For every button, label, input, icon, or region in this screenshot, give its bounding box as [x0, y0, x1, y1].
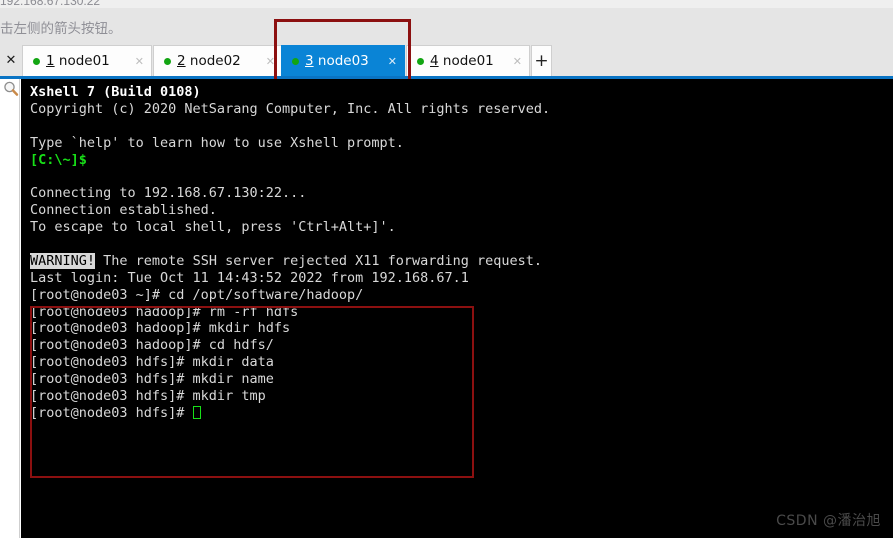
terminal-lines: Xshell 7 (Build 0108) Copyright (c) 2020 … [30, 84, 550, 422]
tab-label: 4 node01 [430, 53, 494, 69]
terminal-text: Xshell 7 (Build 0108) [30, 84, 201, 100]
terminal-text: [root@node03 hdfs]# mkdir data [30, 354, 274, 371]
tab-status-dot [33, 57, 40, 65]
terminal-text: [root@node03 hdfs]# mkdir name [30, 371, 274, 388]
terminal-line: [root@node03 hadoop]# cd hdfs/ [30, 337, 550, 354]
terminal-text: [root@node03 hdfs]# mkdir tmp [30, 388, 266, 405]
terminal-line: Connection established. [30, 202, 550, 219]
tab-name: node01 [442, 53, 494, 69]
clipped-top-text: 192.168.67.130:22 [0, 0, 400, 8]
close-icon[interactable]: ✕ [0, 44, 22, 76]
terminal-text: [root@node03 hadoop]# rm -rf hdfs [30, 303, 299, 320]
tab-status-dot [417, 57, 424, 65]
tab-mnemonic: 3 [305, 53, 314, 69]
tab-node02-2[interactable]: 2 node02 ✕ [153, 45, 283, 76]
tab-mnemonic: 4 [430, 53, 439, 69]
terminal-line: [root@node03 ~]# cd /opt/software/hadoop… [30, 287, 550, 304]
terminal-line: Last login: Tue Oct 11 14:43:52 2022 fro… [30, 270, 550, 287]
tab-node03-3[interactable]: 3 node03 ✕ [281, 45, 405, 76]
tab-node01-1[interactable]: 1 node01 ✕ [22, 45, 152, 76]
terminal-line: Type `help' to learn how to use Xshell p… [30, 135, 550, 152]
terminal-line: [root@node03 hdfs]# mkdir data [30, 354, 550, 371]
terminal-line: [root@node03 hdfs]# mkdir tmp [30, 388, 550, 405]
terminal-cursor [192, 405, 201, 419]
tab-label: 1 node01 [46, 53, 110, 69]
tab-node01-4[interactable]: 4 node01 ✕ [406, 45, 530, 76]
tab-label: 3 node03 [305, 53, 369, 69]
terminal-text: [root@node03 hadoop]# cd hdfs/ [30, 337, 274, 354]
left-rail [0, 79, 20, 538]
tab-name: node03 [317, 53, 369, 69]
tab-close-icon[interactable]: ✕ [388, 55, 397, 68]
terminal-text: Copyright (c) 2020 NetSarang Computer, I… [30, 100, 551, 117]
tab-close-icon[interactable]: ✕ [266, 55, 275, 68]
terminal-text: The remote SSH server rejected X11 forwa… [95, 252, 543, 269]
tab-status-dot [164, 57, 171, 65]
terminal-text: Type `help' to learn how to use Xshell p… [30, 134, 404, 151]
tab-close-icon[interactable]: ✕ [513, 55, 522, 68]
terminal-text: To escape to local shell, press 'Ctrl+Al… [30, 219, 396, 236]
terminal-line: [C:\~]$ [30, 152, 550, 169]
terminal-text: [root@node03 hadoop]# mkdir hdfs [30, 320, 291, 337]
tab-name: node02 [189, 53, 241, 69]
search-icon[interactable] [2, 80, 20, 98]
terminal-output[interactable]: Xshell 7 (Build 0108) Copyright (c) 2020 … [21, 79, 893, 538]
terminal-text: Connection established. [30, 202, 217, 219]
tab-mnemonic: 1 [46, 53, 55, 69]
host-app-top-strip: 192.168.67.130:22 击左侧的箭头按钮。 [0, 0, 893, 44]
terminal-line: [root@node03 hdfs]# [30, 405, 550, 422]
terminal-line: To escape to local shell, press 'Ctrl+Al… [30, 219, 550, 236]
terminal-text: WARNING! [30, 252, 96, 269]
tab-name: node01 [58, 53, 110, 69]
tab-status-dot [292, 57, 299, 65]
top-hint-text: 击左侧的箭头按钮。 [0, 21, 122, 37]
terminal-line: Connecting to 192.168.67.130:22... [30, 185, 550, 202]
terminal-text: Last login: Tue Oct 11 14:43:52 2022 fro… [30, 269, 469, 286]
tab-mnemonic: 2 [177, 53, 186, 69]
terminal-line: [root@node03 hadoop]# mkdir hdfs [30, 320, 550, 337]
terminal-line: [root@node03 hadoop]# rm -rf hdfs [30, 304, 550, 321]
terminal-text: Connecting to 192.168.67.130:22... [30, 185, 307, 202]
terminal-text: [C:\~]$ [30, 151, 87, 168]
terminal-line: [root@node03 hdfs]# mkdir name [30, 371, 550, 388]
terminal-line: Copyright (c) 2020 NetSarang Computer, I… [30, 101, 550, 118]
terminal-line: Xshell 7 (Build 0108) [30, 84, 550, 101]
terminal-text: [root@node03 hdfs]# [30, 404, 193, 421]
tab-label: 2 node02 [177, 53, 241, 69]
terminal-text: [root@node03 ~]# cd /opt/software/hadoop… [30, 286, 364, 303]
terminal-line: WARNING! The remote SSH server rejected … [30, 252, 550, 270]
watermark: CSDN @潘治旭 [776, 513, 881, 529]
tab-close-icon[interactable]: ✕ [135, 55, 144, 68]
new-tab-button[interactable]: + [531, 45, 552, 76]
